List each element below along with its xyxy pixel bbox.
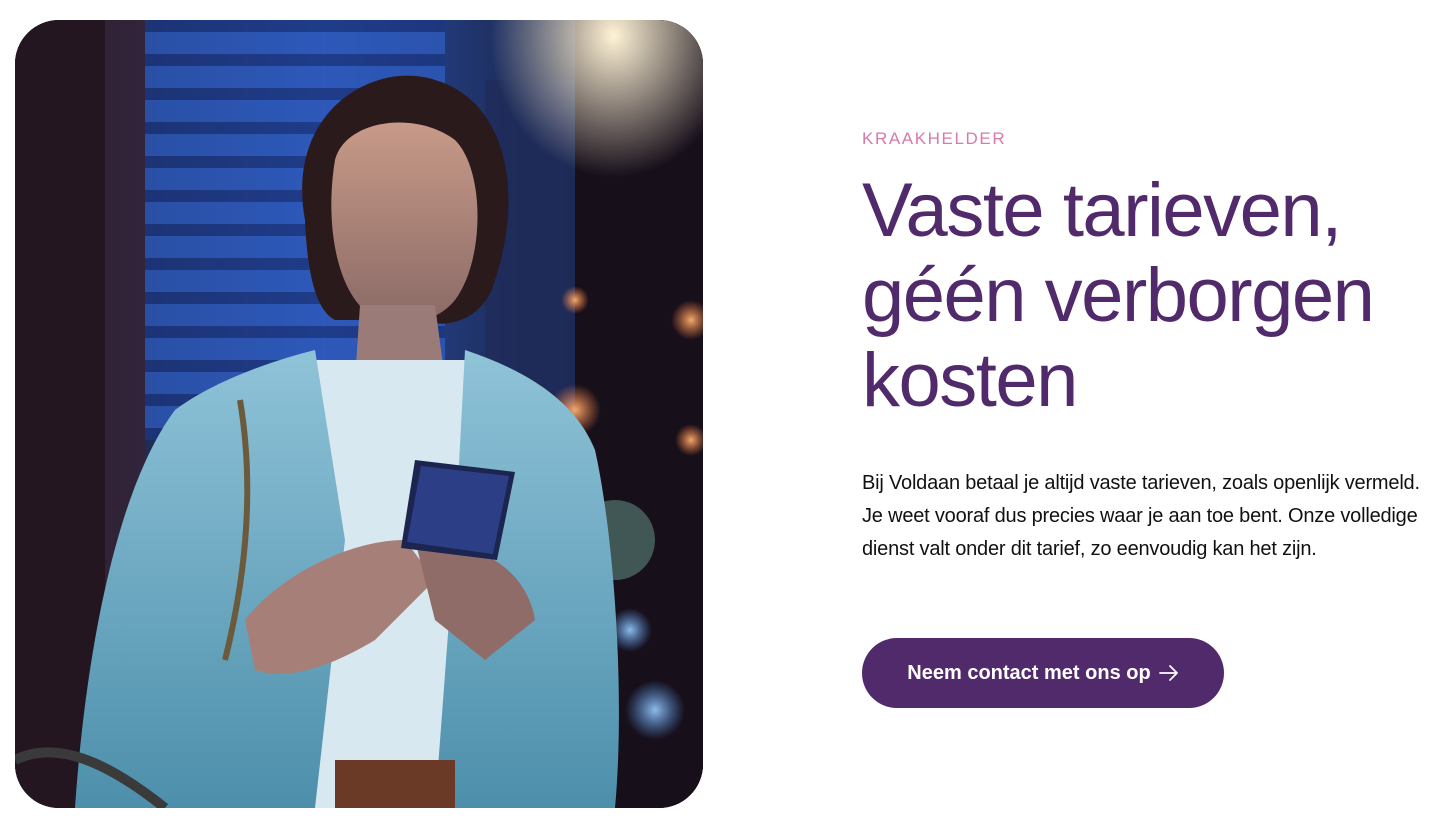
contact-button-label: Neem contact met ons op [907, 661, 1151, 684]
headline-line-3: kosten [862, 338, 1078, 423]
page: KRAAKHELDER Vaste tarieven, géén verborg… [0, 0, 1456, 817]
hero-description: Bij Voldaan betaal je altijd vaste tarie… [862, 472, 1420, 560]
arrow-right-icon [1158, 664, 1179, 682]
hero-photo [15, 20, 703, 808]
eyebrow-label: KRAAKHELDER [862, 129, 1007, 148]
hero-photo-illustration [15, 20, 703, 808]
headline-line-1: Vaste tarieven, [862, 168, 1342, 253]
headline-line-2: géén verborgen [862, 253, 1375, 338]
contact-button[interactable]: Neem contact met ons op [862, 638, 1224, 708]
hero-headline: Vaste tarieven, géén verborgen kosten [862, 168, 1452, 423]
